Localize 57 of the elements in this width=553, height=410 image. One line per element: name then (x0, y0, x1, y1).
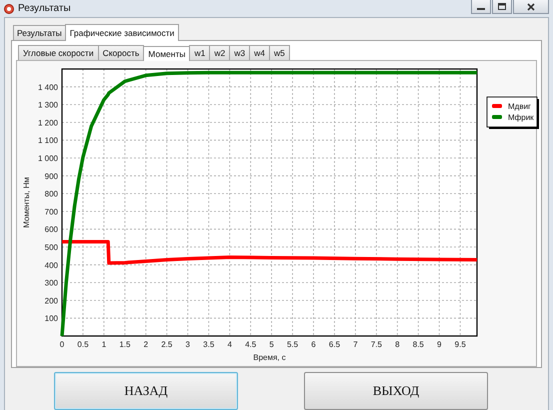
axis-tick-label: 4 (227, 340, 232, 349)
axis-tick-label: 9 (437, 340, 442, 349)
button[interactable]: НАЗАД (54, 372, 238, 410)
tab[interactable]: Результаты (13, 25, 66, 40)
axis-tick-label: 1 300 (38, 100, 58, 110)
axis-tick-label: 1.5 (119, 340, 130, 349)
axis-tick-label: 1 200 (38, 118, 58, 128)
x-axis-label: Время, с (253, 353, 286, 362)
axis-tick-label: 6 (311, 340, 316, 349)
tab[interactable]: w1 (189, 45, 210, 60)
window-title: Результаты (18, 2, 71, 16)
tab[interactable]: Скорость (98, 45, 144, 60)
axis-tick-label: 0 (60, 340, 64, 349)
button[interactable]: ВЫХОД (304, 372, 488, 410)
tab[interactable]: Угловые скорости (18, 45, 99, 60)
axis-tick-label: 900 (44, 172, 58, 181)
axis-tick-label: 5.5 (287, 340, 298, 349)
axis-tick-label: 8 (395, 340, 400, 349)
y-axis-label: Моменты, Нм (22, 177, 31, 228)
axis-tick-label: 600 (44, 225, 58, 234)
axis-tick-label: 1 000 (38, 154, 58, 163)
axis-tick-label: 300 (44, 278, 58, 288)
axis-tick-label: 5 (269, 340, 274, 349)
axis-tick-label: 6.5 (328, 340, 340, 349)
axis-tick-label: 7 (353, 340, 358, 349)
axis-tick-label: 9.5 (454, 340, 466, 349)
tab[interactable]: Моменты (143, 46, 190, 61)
minimize-button[interactable] (471, 0, 491, 14)
axis-tick-label: 1 (102, 340, 106, 349)
tab[interactable]: w4 (249, 45, 270, 60)
legend-label: Мфрик (508, 113, 534, 122)
axis-tick-label: 2 (144, 340, 148, 349)
axis-tick-label: 100 (44, 314, 58, 324)
maximize-button[interactable] (492, 0, 512, 14)
tab[interactable]: w5 (268, 45, 290, 60)
axis-tick-label: 1 100 (38, 136, 58, 146)
tab[interactable]: w2 (209, 45, 230, 60)
axis-tick-label: 700 (44, 207, 58, 216)
axis-tick-label: 1 400 (38, 82, 58, 92)
axis-tick-label: 3 (186, 340, 190, 349)
tab[interactable]: w3 (229, 45, 250, 60)
axis-tick-label: 3.5 (203, 340, 214, 349)
maximize-icon (498, 3, 506, 10)
axis-tick-label: 4.5 (245, 340, 256, 349)
close-icon (527, 2, 535, 10)
axis-tick-label: 0.5 (77, 340, 89, 349)
close-button[interactable] (513, 0, 549, 14)
tab[interactable]: Графические зависимости (64, 24, 180, 41)
axis-tick-label: 200 (44, 296, 58, 306)
legend-label: Мдвиг (508, 102, 531, 111)
axis-tick-label: 500 (44, 243, 58, 252)
axis-tick-label: 400 (44, 260, 58, 270)
axis-tick-label: 8.5 (412, 340, 424, 349)
axis-tick-label: 800 (44, 190, 58, 199)
app-icon (4, 4, 14, 14)
axis-tick-label: 2.5 (161, 340, 172, 349)
axis-tick-label: 7.5 (370, 340, 382, 349)
